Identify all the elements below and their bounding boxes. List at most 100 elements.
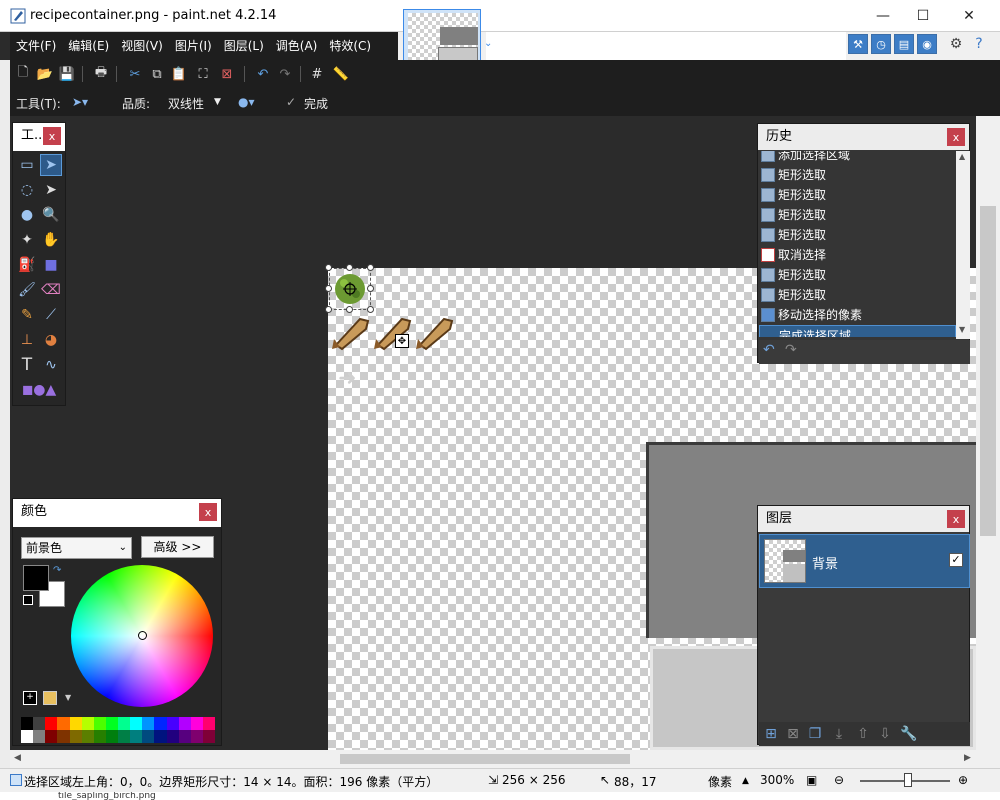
ellipse-select-tool-icon[interactable]: ● [16, 204, 38, 226]
menu-file[interactable]: 文件(F) [10, 32, 62, 60]
units-dropdown[interactable]: 像素 [708, 773, 732, 790]
zoom-to-window-icon[interactable]: ▣ [806, 773, 817, 787]
palette-swatch[interactable] [166, 717, 179, 730]
scroll-down-icon[interactable]: ▼ [959, 325, 965, 334]
paste-icon[interactable]: 📋 [170, 65, 188, 83]
layers-panel-header[interactable]: 图层 [758, 506, 969, 532]
palette-swatch[interactable] [45, 717, 58, 730]
palette-swatch[interactable] [57, 717, 70, 730]
history-item[interactable]: 矩形选取 [759, 205, 956, 225]
duplicate-layer-icon[interactable]: ❐ [807, 726, 823, 742]
text-tool-icon[interactable]: T [16, 354, 38, 376]
pencil-tool-icon[interactable]: ✎ [16, 304, 38, 326]
new-file-icon[interactable]: 🗋 [14, 65, 32, 83]
copy-icon[interactable]: ⧉ [148, 65, 166, 83]
history-window-toggle-icon[interactable]: ◷ [871, 34, 891, 54]
swap-colors-icon[interactable]: ↷ [53, 565, 61, 576]
paintbrush-tool-icon[interactable]: 🖌 [16, 279, 38, 301]
clone-stamp-tool-icon[interactable]: ⊥ [16, 329, 38, 351]
close-button[interactable]: ✕ [946, 0, 992, 32]
maximize-button[interactable]: ☐ [900, 0, 946, 32]
horizontal-scrollbar[interactable]: ◀ ▶ [10, 750, 1000, 768]
move-selected-tool-icon[interactable]: ➤▾ [72, 95, 88, 109]
palette-swatch[interactable] [69, 730, 82, 743]
line-curve-tool-icon[interactable]: ∿ [40, 354, 62, 376]
gradient-tool-icon[interactable]: ■ [40, 254, 62, 276]
history-item[interactable]: 矩形选取 [759, 185, 956, 205]
palette-swatch[interactable] [202, 717, 215, 730]
palette-swatch[interactable] [130, 730, 143, 743]
deselect-icon[interactable]: ⊠ [218, 65, 236, 83]
vertical-scrollbar[interactable] [976, 116, 1000, 750]
help-icon[interactable]: ? [969, 34, 989, 54]
color-wheel-cursor[interactable] [138, 631, 147, 640]
history-item[interactable]: 矩形选取 [759, 225, 956, 245]
shapes-tool-icon[interactable]: ◼●▲ [21, 379, 57, 401]
palette-swatch[interactable] [202, 730, 215, 743]
scroll-right-icon[interactable]: ▶ [964, 753, 971, 763]
paint-bucket-tool-icon[interactable]: ⛽ [16, 254, 38, 276]
tools-window-toggle-icon[interactable]: ⚒ [848, 34, 868, 54]
history-item[interactable]: 移动选择的像素 [759, 305, 956, 325]
move-layer-down-icon[interactable]: ⇩ [877, 726, 893, 742]
zoom-value[interactable]: 300% [760, 773, 794, 787]
palette-swatch[interactable] [142, 730, 155, 743]
palette-swatch[interactable] [21, 730, 34, 743]
scroll-left-icon[interactable]: ◀ [14, 753, 21, 763]
horizontal-scroll-thumb[interactable] [340, 754, 630, 764]
crop-to-selection-icon[interactable]: ⛶ [194, 65, 212, 83]
palette-swatch[interactable] [81, 730, 94, 743]
palette-swatch[interactable] [81, 717, 94, 730]
color-mode-dropdown[interactable]: 前景色 ⌄ [21, 537, 132, 559]
reset-colors-icon[interactable] [23, 595, 33, 605]
palette-swatch[interactable] [118, 717, 131, 730]
colors-panel-header[interactable]: 颜色 [13, 499, 221, 527]
palette-swatch[interactable] [130, 717, 143, 730]
tools-panel-close-button[interactable]: x [43, 127, 61, 145]
color-picker-tool-icon[interactable]: ⟋ [40, 304, 62, 326]
lasso-select-tool-icon[interactable]: ◌ [16, 179, 38, 201]
delete-layer-icon[interactable]: ⊠ [785, 726, 801, 742]
finish-check-icon[interactable]: ✓ [286, 95, 296, 109]
scroll-up-icon[interactable]: ▲ [959, 152, 965, 161]
history-panel-close-button[interactable]: x [947, 128, 965, 146]
quality-dropdown[interactable]: 双线性 [168, 95, 204, 112]
zoom-in-icon[interactable]: ⊕ [958, 773, 968, 787]
rectangle-select-tool-icon[interactable]: ▭ [16, 154, 38, 176]
history-undo-icon[interactable]: ↶ [763, 342, 775, 358]
move-layer-up-icon[interactable]: ⇧ [855, 726, 871, 742]
palette-swatch[interactable] [33, 717, 46, 730]
palette-swatch[interactable] [45, 730, 58, 743]
layer-properties-icon[interactable]: 🔧 [900, 726, 917, 742]
history-item[interactable]: 添加选择区域 [759, 151, 956, 165]
menu-layers[interactable]: 图层(L) [218, 32, 270, 60]
print-icon[interactable]: 🖶 [92, 65, 110, 83]
move-selected-pixels-tool-icon[interactable]: ➤ [40, 154, 62, 176]
cut-icon[interactable]: ✂ [126, 65, 144, 83]
finish-button[interactable]: 完成 [304, 95, 328, 112]
palette-swatch[interactable] [105, 730, 118, 743]
move-selection-tool-icon[interactable]: ➤ [40, 179, 62, 201]
colors-window-toggle-icon[interactable]: ◉ [917, 34, 937, 54]
zoom-out-icon[interactable]: ⊖ [834, 773, 844, 787]
palette-swatch[interactable] [57, 730, 70, 743]
add-to-palette-icon[interactable]: + [23, 691, 37, 705]
magic-wand-tool-icon[interactable]: ✦ [16, 229, 38, 251]
history-item[interactable]: 矩形选取 [759, 285, 956, 305]
ruler-icon[interactable]: 📏 [332, 65, 350, 83]
blend-mode-icon[interactable]: ●▾ [238, 95, 255, 109]
open-file-icon[interactable]: 📂 [36, 65, 54, 83]
history-item[interactable]: 矩形选取 [759, 165, 956, 185]
palette-swatch[interactable] [21, 717, 34, 730]
history-scrollbar[interactable]: ▲ ▼ [956, 151, 970, 339]
layer-visibility-checkbox[interactable]: ✓ [949, 553, 963, 567]
palette-chevron-icon[interactable]: ▼ [65, 693, 71, 702]
menu-effects[interactable]: 特效(C) [323, 32, 377, 60]
palette-swatch[interactable] [190, 717, 203, 730]
history-panel-header[interactable]: 历史 [758, 124, 969, 150]
palette-swatch[interactable] [33, 730, 46, 743]
palette-swatch[interactable] [93, 730, 106, 743]
menu-view[interactable]: 视图(V) [115, 32, 169, 60]
menu-image[interactable]: 图片(I) [169, 32, 218, 60]
layer-row-background[interactable]: 背景 ✓ [759, 534, 970, 588]
